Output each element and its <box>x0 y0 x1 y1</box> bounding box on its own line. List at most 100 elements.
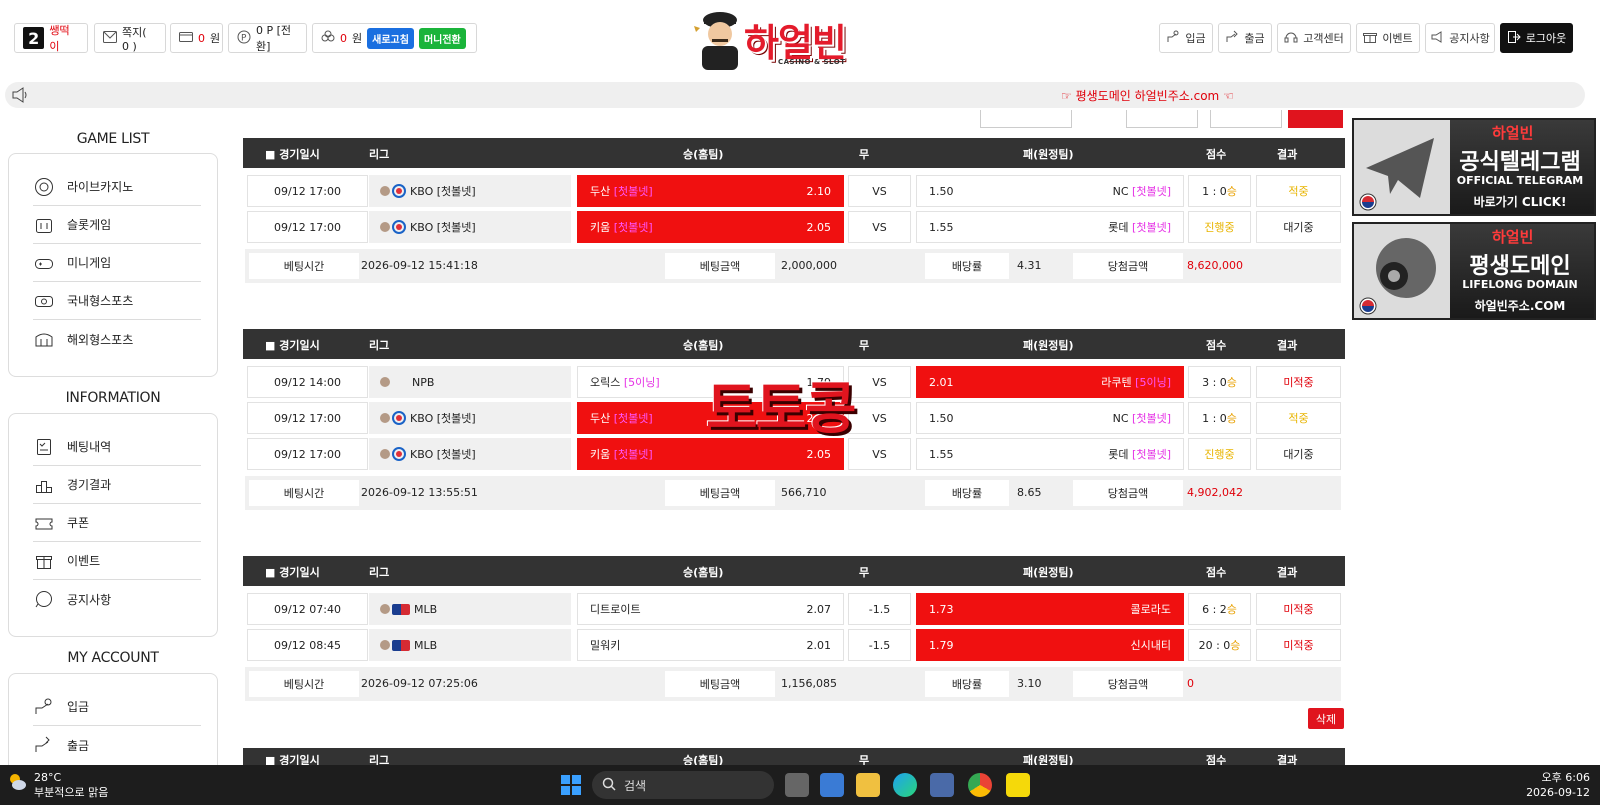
league-name: NPB <box>412 375 435 389</box>
sidebar-item-slot[interactable]: 슬롯게임 <box>33 206 201 244</box>
result-value: 미적중 <box>1283 639 1314 652</box>
date-to-input[interactable] <box>1210 110 1282 128</box>
gift-icon <box>33 550 55 572</box>
notice-button[interactable]: 공지사항 <box>1425 23 1495 53</box>
weather-widget[interactable]: 28°C 부분적으로 맑음 <box>6 771 108 800</box>
league-cell: NPB <box>369 366 571 398</box>
sidebar-item-bet-history[interactable]: 베팅내역 <box>33 428 201 466</box>
sidebar-item-domestic-sports[interactable]: 국내형스포츠 <box>33 282 201 320</box>
draw-cell[interactable]: VS <box>848 211 911 243</box>
sidebar-item-live-casino[interactable]: 라이브카지노 <box>33 168 201 206</box>
money-convert-button[interactable]: 머니전환 <box>418 27 466 49</box>
column-header: 승(홈팀) <box>683 566 724 579</box>
away-team-tag: [첫볼넷] <box>1128 185 1171 198</box>
cash-value: 0 <box>198 31 205 45</box>
bet-summary: 베팅시간 베팅금액 배당률 당첨금액 2026-09-12 13:55:51 566,71… <box>245 476 1341 510</box>
windows-start-icon[interactable] <box>559 773 583 797</box>
away-odds: 1.55 <box>929 220 954 234</box>
match-date: 09/12 14:00 <box>274 375 341 389</box>
draw-cell[interactable]: VS <box>848 438 911 470</box>
refresh-button[interactable]: 새로고침 <box>367 27 414 49</box>
username: 쌩떡이 <box>49 24 70 53</box>
sidebar-item-minigame[interactable]: 미니게임 <box>33 244 201 282</box>
bet-win-value: 8,620,000 <box>1187 259 1243 272</box>
logout-button[interactable]: 로그아웃 <box>1500 23 1573 53</box>
sidebar-item-coupon[interactable]: 쿠폰 <box>33 504 201 542</box>
home-team-name: 두산 <box>590 185 611 198</box>
score-suffix: 승 <box>1226 603 1237 616</box>
filter-select[interactable] <box>980 110 1072 128</box>
edge-icon[interactable] <box>893 773 917 797</box>
result-value: 미적중 <box>1283 603 1314 616</box>
draw-cell[interactable]: -1.5 <box>848 593 911 625</box>
search-button[interactable] <box>1288 110 1343 128</box>
domain-banner[interactable]: 하얼빈 평생도메인 LIFELONG DOMAIN 하얼빈주소.COM <box>1352 222 1596 320</box>
task-view-icon[interactable] <box>785 773 809 797</box>
casino-value: 0 <box>340 31 347 45</box>
bet-table-header: ■ 경기일시 리그 승(홈팀) 무 패(원정팀) 점수 결과 <box>243 748 1345 765</box>
league-cell: KBO [첫볼넷] <box>369 175 571 207</box>
sidebar-item-game-results[interactable]: 경기결과 <box>33 466 201 504</box>
home-team-cell[interactable]: 두산 [첫볼넷] 2.10 <box>577 175 844 207</box>
store-icon[interactable] <box>820 773 844 797</box>
folder-icon[interactable] <box>856 773 880 797</box>
message-button[interactable]: 쪽지( 0 ) <box>94 23 166 53</box>
draw-cell[interactable]: VS <box>848 402 911 434</box>
delete-button[interactable]: 삭제 <box>1308 708 1344 729</box>
megaphone-icon <box>1430 30 1444 47</box>
notice-text[interactable]: ☞ 평생도메인 하얼빈주소.com ☜ <box>1061 87 1234 104</box>
column-header: 결과 <box>1277 148 1298 161</box>
site-logo[interactable]: 하얼빈 CASINO & SLOT <box>690 6 890 72</box>
telegram-banner[interactable]: 하얼빈 공식텔레그램 OFFICIAL TELEGRAM 바로가기 CLICK! <box>1352 118 1596 216</box>
away-team: 롯데 [첫볼넷] <box>1108 219 1171 235</box>
home-team-cell[interactable]: 디트로이트 2.07 <box>577 593 844 625</box>
clover-icon <box>321 30 335 47</box>
win-amount-label: 당첨금액 <box>1073 253 1183 279</box>
away-team-cell[interactable]: 2.01 라쿠텐 [5이닝] <box>916 366 1184 398</box>
kakaotalk-icon[interactable] <box>1006 773 1030 797</box>
sidebar-item-withdraw[interactable]: 출금 <box>33 726 201 764</box>
away-team-cell[interactable]: 1.55 롯데 [첫볼넷] <box>916 438 1184 470</box>
result-cell: 대기중 <box>1256 211 1341 243</box>
away-team-cell[interactable]: 1.50 NC [첫볼넷] <box>916 175 1184 207</box>
home-team-cell[interactable]: 키움 [첫볼넷] 2.05 <box>577 211 844 243</box>
kbo-logo-icon <box>392 447 406 461</box>
home-team: 키움 [첫볼넷] <box>590 446 653 462</box>
taskbar-search[interactable]: 검색 <box>592 771 774 799</box>
column-header: 패(원정팀) <box>1023 148 1074 161</box>
match-date-cell: 09/12 17:00 <box>247 438 368 470</box>
home-team-tag: [첫볼넷] <box>610 221 653 234</box>
point-box[interactable]: P 0 P [전환] <box>228 23 307 53</box>
draw-cell[interactable]: VS <box>848 175 911 207</box>
draw-value: -1.5 <box>868 602 891 616</box>
sidebar-item-notice[interactable]: 공지사항 <box>33 580 201 618</box>
home-team-cell[interactable]: 밀워키 2.01 <box>577 629 844 661</box>
user-level-box[interactable]: 2 쌩떡이 <box>14 23 88 53</box>
date-from-input[interactable] <box>1126 110 1198 128</box>
withdraw-button[interactable]: 출금 <box>1218 23 1272 53</box>
bet-odds-label: 배당률 <box>925 253 1009 279</box>
baseball-icon <box>380 413 390 423</box>
notice-marquee[interactable]: ☞ 평생도메인 하얼빈주소.com ☜ <box>5 82 1585 108</box>
sidebar-item-deposit[interactable]: 입금 <box>33 688 201 726</box>
draw-value: VS <box>872 220 887 234</box>
home-team: 두산 [첫볼넷] <box>590 183 653 199</box>
calculator-icon[interactable] <box>930 773 954 797</box>
system-clock[interactable]: 오후 6:06 2026-09-12 <box>1526 770 1590 800</box>
draw-cell[interactable]: VS <box>848 366 911 398</box>
draw-cell[interactable]: -1.5 <box>848 629 911 661</box>
chrome-icon[interactable] <box>968 773 992 797</box>
away-team-cell[interactable]: 1.55 롯데 [첫볼넷] <box>916 211 1184 243</box>
sidebar-item-event[interactable]: 이벤트 <box>33 542 201 580</box>
away-team-cell[interactable]: 1.79 신시내티 <box>916 629 1184 661</box>
draw-value: VS <box>872 375 887 389</box>
sidebar-item-overseas-sports[interactable]: 해외형스포츠 <box>33 320 201 358</box>
away-team-cell[interactable]: 1.50 NC [첫볼넷] <box>916 402 1184 434</box>
away-team-cell[interactable]: 1.73 콜로라도 <box>916 593 1184 625</box>
event-button[interactable]: 이벤트 <box>1356 23 1420 53</box>
customer-center-button[interactable]: 고객센터 <box>1277 23 1351 53</box>
column-header: ■ 경기일시 <box>265 148 320 161</box>
away-team-name: 라쿠텐 <box>1101 376 1132 389</box>
deposit-button[interactable]: 입금 <box>1159 23 1213 53</box>
banner-title: 평생도메인 <box>1469 254 1571 279</box>
